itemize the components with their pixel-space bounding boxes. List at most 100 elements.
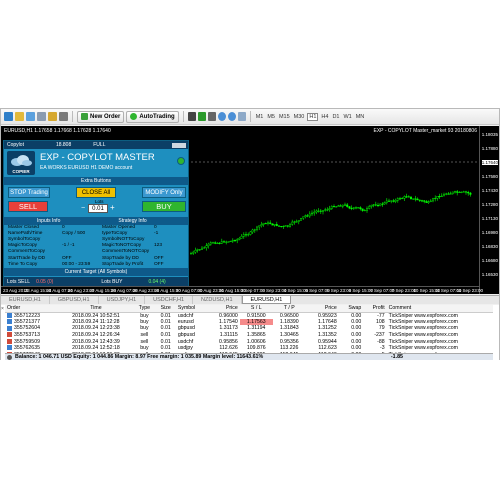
table-cell: 1.31173	[219, 325, 238, 332]
lots-plus-button[interactable]: +	[110, 204, 115, 212]
timeframe-m15[interactable]: M15	[278, 114, 291, 120]
new-order-icon	[81, 113, 88, 120]
lots-sell-value: 0.05 (0)	[36, 278, 54, 285]
zoom-out-icon[interactable]	[227, 112, 236, 121]
timeframe-w1[interactable]: W1	[342, 114, 352, 120]
column-header[interactable]: Order	[5, 305, 59, 313]
candle-body	[379, 203, 382, 207]
column-header[interactable]: S / L	[239, 305, 273, 313]
terminal-close-icon[interactable]: ×	[1, 306, 4, 312]
column-header[interactable]: Symbol	[175, 305, 207, 313]
close-icon[interactable]	[179, 142, 186, 148]
timeframe-h4[interactable]: H4	[320, 114, 329, 120]
close-all-button[interactable]: CLOSE All	[76, 187, 116, 198]
tab-usdjpy-h1[interactable]: USDJPY,H1	[99, 296, 146, 304]
timeframe-d1[interactable]: D1	[331, 114, 340, 120]
table-row[interactable]: 355762635 2018.09.24 12:52:18 buy 0.01 usdjp…	[5, 345, 493, 352]
candle-body	[271, 223, 274, 226]
candle-body	[258, 225, 261, 228]
candlestick-icon[interactable]	[197, 112, 206, 121]
candle-body	[388, 200, 391, 202]
table-cell: 109.876	[246, 345, 266, 352]
price-scale-label: 1.16980	[481, 230, 498, 235]
price-chart[interactable]: EURUSD,H1 1.17658 1.17668 1.17628 1.1764…	[1, 126, 499, 294]
table-cell: 1.31352	[317, 332, 337, 339]
candle-body	[289, 224, 292, 227]
column-header[interactable]: Profit	[363, 305, 387, 313]
column-header[interactable]: T / P	[272, 305, 306, 313]
line-chart-icon[interactable]	[207, 112, 216, 121]
sell-button[interactable]: SELL	[8, 201, 48, 212]
inputs-info-label: NamePath/Time	[8, 231, 43, 237]
table-cell: buy	[140, 345, 149, 352]
timeframe-m5[interactable]: M5	[266, 114, 276, 120]
column-header[interactable]: Price	[206, 305, 240, 313]
strategy-info-label: typeToCopy	[102, 231, 128, 237]
table-row[interactable]: 355753713 2018.09.24 12:26:34 sell 0.01 gbpu…	[5, 332, 493, 339]
candle-body	[368, 206, 371, 209]
zoom-in-icon[interactable]	[217, 112, 226, 121]
candle-body	[282, 226, 285, 228]
data-window-icon[interactable]	[37, 112, 46, 121]
extra-buttons-label: Extra Buttons	[80, 178, 111, 184]
order-type-icon	[7, 332, 12, 338]
buy-button[interactable]: BUY	[142, 201, 186, 212]
table-row[interactable]: 355712223 2018.09.24 10:52:51 buy 0.01 usdch…	[5, 312, 493, 319]
navigator-icon[interactable]	[48, 112, 57, 121]
tab-eurusd-h1[interactable]: EURUSD,H1	[1, 296, 50, 304]
table-cell: 0.00	[351, 318, 362, 325]
table-cell: 355721377	[5, 319, 59, 326]
candle-body	[363, 210, 366, 212]
lots-input[interactable]: 0.01	[88, 204, 108, 213]
column-header[interactable]: Price	[305, 305, 339, 313]
candle-body	[350, 207, 353, 209]
timeframe-h1[interactable]: H1	[307, 112, 319, 121]
candle-body	[269, 222, 272, 224]
autotrading-button[interactable]: AutoTrading	[126, 110, 179, 123]
column-header[interactable]: Time	[58, 305, 134, 313]
lots-minus-button[interactable]: −	[81, 205, 86, 212]
timeframe-m30[interactable]: M30	[293, 114, 306, 120]
table-row[interactable]: 355752604 2018.09.24 12:23:38 buy 0.01 gbpus…	[5, 325, 493, 332]
profiles-icon[interactable]	[15, 112, 24, 121]
candle-body	[291, 221, 294, 225]
table-cell: 0.96500	[279, 312, 299, 319]
column-header[interactable]: Type	[133, 305, 156, 313]
candle-body	[192, 251, 195, 254]
new-order-button[interactable]: New Order	[77, 110, 125, 123]
strategy-info-label: StopTrade by Profit	[102, 261, 144, 267]
bar-chart-icon[interactable]	[187, 112, 196, 121]
candle-body	[344, 204, 347, 206]
panel-name: Copylot	[7, 142, 24, 148]
candle-body	[300, 217, 303, 221]
candle-body	[449, 193, 452, 195]
lots-buy-label: Lots BUY	[101, 278, 123, 285]
new-chart-icon[interactable]	[4, 112, 13, 121]
tab-eurusd-h1-active[interactable]: EURUSD,H1	[241, 296, 292, 304]
timeframe-mn[interactable]: MN	[355, 114, 366, 120]
orders-table-body: 355712223 2018.09.24 10:52:51 buy 0.01 usdch…	[5, 312, 493, 358]
terminal-icon[interactable]	[59, 112, 68, 121]
timeframe-m1[interactable]: M1	[255, 114, 265, 120]
tile-windows-icon[interactable]	[237, 112, 246, 121]
tab-gbpusd-h1[interactable]: GBPUSD,H1	[50, 296, 99, 304]
stop-trading-button[interactable]: STOP Trading	[8, 187, 50, 198]
modify-only-button[interactable]: MODIFY Only	[142, 187, 186, 198]
table-cell: 0.01	[160, 312, 171, 319]
candle-body	[460, 191, 463, 193]
price-scale-label: 1.17280	[481, 202, 498, 207]
market-watch-icon[interactable]	[26, 112, 35, 121]
panel-mode: FULL	[93, 142, 106, 148]
column-header[interactable]: Size	[155, 305, 176, 313]
column-header[interactable]: Comment	[386, 305, 493, 313]
table-cell: TickSniper www.expforex.com	[388, 332, 458, 339]
time-scale-label: 11 Sep 23:00	[456, 288, 484, 293]
minimize-icon[interactable]	[172, 142, 179, 148]
column-header[interactable]: Swap	[338, 305, 364, 313]
tab-usdchf-h1[interactable]: USDCHF,H1	[145, 296, 194, 304]
candle-body	[416, 198, 419, 201]
table-row[interactable]: 355721377 2018.09.24 11:12:28 buy 0.01 eurus…	[5, 318, 493, 326]
table-row[interactable]: 355759509 2018.09.24 12:43:39 sell 0.01 usdc…	[5, 338, 493, 345]
candle-body	[273, 224, 276, 226]
tab-nzdusd-h1[interactable]: NZDUSD,H1	[193, 296, 242, 304]
